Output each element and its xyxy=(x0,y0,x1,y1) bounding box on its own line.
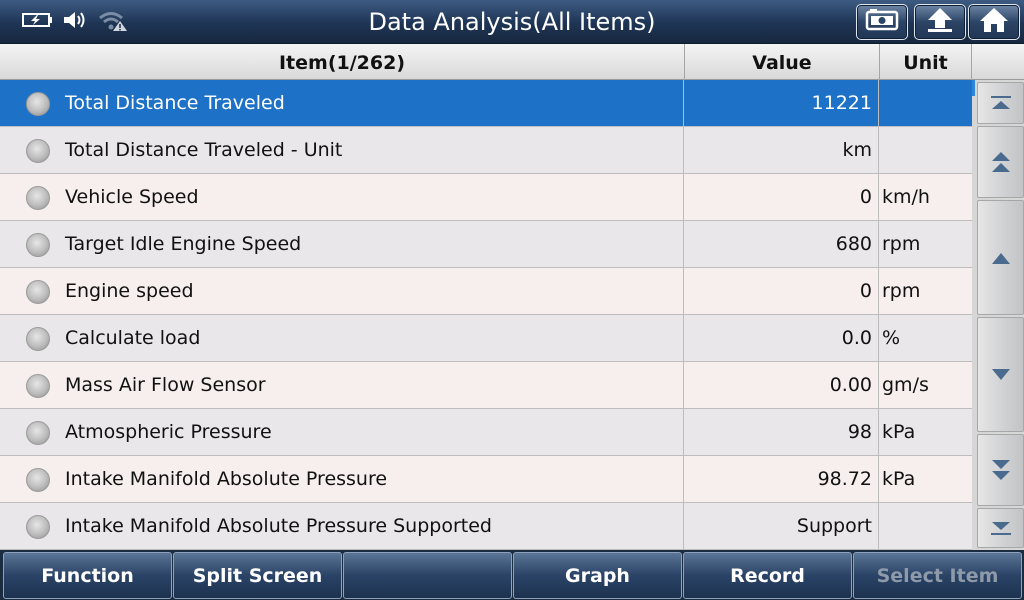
table-row[interactable]: Atmospheric Pressure 98 kPa xyxy=(0,409,972,456)
radio-icon[interactable] xyxy=(26,421,50,445)
radio-icon[interactable] xyxy=(26,327,50,351)
radio-icon[interactable] xyxy=(26,92,50,116)
scroll-top-button[interactable] xyxy=(977,82,1024,124)
value-cell: 680 xyxy=(685,221,879,267)
table-row[interactable]: Intake Manifold Absolute Pressure Suppor… xyxy=(0,503,972,550)
graph-button[interactable]: Graph xyxy=(513,552,682,599)
unit-cell: kPa xyxy=(882,468,916,490)
unit-cell: gm/s xyxy=(882,374,929,396)
unit-cell: kPa xyxy=(882,421,916,443)
value-cell: km xyxy=(685,127,879,173)
item-name: Vehicle Speed xyxy=(65,186,199,208)
radio-icon[interactable] xyxy=(26,186,50,210)
item-cell: Mass Air Flow Sensor xyxy=(0,362,684,408)
unit-cell: rpm xyxy=(882,233,921,255)
table-row[interactable]: Total Distance Traveled - Unit km xyxy=(0,127,972,174)
table-row[interactable]: Intake Manifold Absolute Pressure 98.72 … xyxy=(0,456,972,503)
item-name: Intake Manifold Absolute Pressure xyxy=(65,468,388,490)
scroll-indicator[interactable] xyxy=(972,80,975,96)
item-cell: Vehicle Speed xyxy=(0,174,684,220)
item-name: Engine speed xyxy=(65,280,194,302)
item-cell: Intake Manifold Absolute Pressure Suppor… xyxy=(0,503,684,549)
page-up-icon xyxy=(989,149,1013,175)
radio-icon[interactable] xyxy=(26,374,50,398)
back-button[interactable] xyxy=(914,4,966,40)
screenshot-icon xyxy=(865,8,899,36)
scroll-column xyxy=(972,80,1024,550)
table-row[interactable]: Total Distance Traveled 11221 xyxy=(0,80,972,127)
scroll-top-icon xyxy=(989,95,1013,111)
value-cell: 0 xyxy=(685,268,879,314)
radio-icon[interactable] xyxy=(26,139,50,163)
table-row[interactable]: Mass Air Flow Sensor 0.00 gm/s xyxy=(0,362,972,409)
item-name: Target Idle Engine Speed xyxy=(65,233,302,255)
table-row[interactable]: Target Idle Engine Speed 680 rpm xyxy=(0,221,972,268)
column-header-value[interactable]: Value xyxy=(685,44,880,80)
table-row[interactable]: Engine speed 0 rpm xyxy=(0,268,972,315)
column-header-scroll xyxy=(972,44,1024,80)
home-icon xyxy=(979,6,1009,38)
item-cell: Atmospheric Pressure xyxy=(0,409,684,455)
bottom-toolbar: Function Split Screen Graph Record Selec… xyxy=(0,550,1024,600)
item-cell: Target Idle Engine Speed xyxy=(0,221,684,267)
column-header-unit[interactable]: Unit xyxy=(880,44,972,80)
empty-button[interactable] xyxy=(343,552,512,599)
unit-cell xyxy=(880,80,972,126)
column-header-item[interactable]: Item(1/262) xyxy=(0,44,685,80)
unit-cell: rpm xyxy=(882,280,921,302)
item-cell: Total Distance Traveled - Unit xyxy=(0,127,684,173)
home-button[interactable] xyxy=(968,4,1020,40)
unit-cell: km/h xyxy=(882,186,930,208)
radio-icon[interactable] xyxy=(26,468,50,492)
value-cell: 98.72 xyxy=(685,456,879,502)
unit-cell xyxy=(880,503,972,549)
item-name: Total Distance Traveled xyxy=(65,92,285,114)
item-name: Total Distance Traveled - Unit xyxy=(65,139,343,161)
unit-cell xyxy=(880,127,972,173)
item-cell: Calculate load xyxy=(0,315,684,361)
value-cell: Support xyxy=(685,503,879,549)
value-cell: 0 xyxy=(685,174,879,220)
scroll-bottom-button[interactable] xyxy=(977,508,1024,548)
table-row[interactable]: Vehicle Speed 0 km/h xyxy=(0,174,972,221)
item-name: Mass Air Flow Sensor xyxy=(65,374,266,396)
table-row[interactable]: Calculate load 0.0 % xyxy=(0,315,972,362)
data-table: Total Distance Traveled 11221 Total Dist… xyxy=(0,80,972,550)
line-up-icon xyxy=(989,250,1013,266)
select-item-button[interactable]: Select Item xyxy=(853,552,1022,599)
page-down-icon xyxy=(989,457,1013,483)
item-name: Calculate load xyxy=(65,327,201,349)
screenshot-button[interactable] xyxy=(856,4,908,40)
back-icon xyxy=(925,6,955,38)
value-cell: 0.0 xyxy=(685,315,879,361)
radio-icon[interactable] xyxy=(26,233,50,257)
value-cell: 11221 xyxy=(685,80,879,126)
item-name: Intake Manifold Absolute Pressure Suppor… xyxy=(65,515,492,537)
radio-icon[interactable] xyxy=(26,515,50,539)
item-cell: Total Distance Traveled xyxy=(0,80,684,126)
value-cell: 0.00 xyxy=(685,362,879,408)
split-screen-button[interactable]: Split Screen xyxy=(173,552,342,599)
line-up-button[interactable] xyxy=(977,200,1024,315)
title-bar: Data Analysis(All Items) xyxy=(0,0,1024,44)
page-down-button[interactable] xyxy=(977,434,1024,506)
radio-icon[interactable] xyxy=(26,280,50,304)
item-cell: Intake Manifold Absolute Pressure xyxy=(0,456,684,502)
line-down-button[interactable] xyxy=(977,317,1024,432)
item-cell: Engine speed xyxy=(0,268,684,314)
record-button[interactable]: Record xyxy=(683,552,852,599)
line-down-icon xyxy=(989,367,1013,383)
function-button[interactable]: Function xyxy=(3,552,172,599)
unit-cell: % xyxy=(882,327,901,349)
scroll-bottom-icon xyxy=(989,520,1013,536)
value-cell: 98 xyxy=(685,409,879,455)
table-header: Item(1/262) Value Unit xyxy=(0,44,1024,80)
page-up-button[interactable] xyxy=(977,126,1024,198)
item-name: Atmospheric Pressure xyxy=(65,421,272,443)
